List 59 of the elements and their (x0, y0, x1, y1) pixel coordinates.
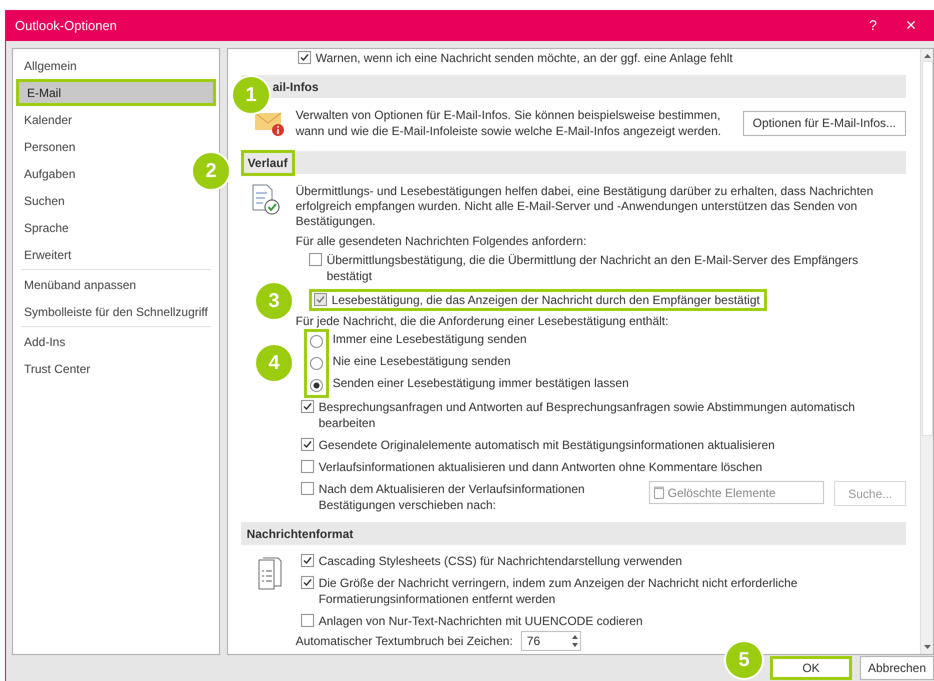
option-label: Automatischer Textumbruch bei Zeichen: (296, 633, 513, 650)
sidebar-item[interactable]: Add-Ins (16, 328, 216, 355)
number-spinner[interactable]: 76 (520, 631, 581, 651)
checkbox[interactable] (300, 400, 314, 413)
sidebar-item[interactable]: Kalender (16, 106, 216, 133)
trash-icon (654, 486, 664, 499)
sidebar-item[interactable]: Menüband anpassen (16, 271, 216, 298)
sidebar-item[interactable]: Sprache (16, 214, 216, 241)
checkbox[interactable] (300, 460, 314, 473)
description-text: Übermittlungs- und Lesebestätigungen helfen dabei, eine Bestätigung darüber zu erhalten, dass Nachrichten erfolgreich empfangen wurden. Nicht alle E-Mail-Server und -Anwendungen unterstützen das Senden von Bestätigungen. (296, 184, 874, 229)
option-label: Nie eine Lesebestätigung senden (332, 353, 512, 369)
section-title: Verlauf (240, 150, 295, 176)
option-label: Verlaufsinformationen aktualisieren und dann Antworten ohne Kommentare löschen (318, 459, 762, 475)
folder-field[interactable]: Gelöschte Elemente (648, 481, 824, 504)
option-label: Gesendete Originalelemente automatisch mit Bestätigungsinformationen aktualisieren (318, 437, 775, 453)
sidebar-item[interactable]: Symbolleiste für den Schnellzugriff (16, 298, 216, 325)
checkbox[interactable] (300, 482, 314, 495)
document-list-icon (258, 557, 282, 591)
scroll-up-icon[interactable] (924, 54, 930, 58)
help-button[interactable]: ? (858, 10, 888, 41)
spin-arrows-icon[interactable] (572, 634, 578, 648)
section-title: ail-Infos (272, 78, 320, 96)
option-label: Besprechungsanfragen und Antworten auf Besprechungsanfragen sowie Abstimmungen automatisch bearbeiten (318, 399, 856, 431)
checkbox[interactable] (300, 438, 314, 451)
window-title: Outlook-Optionen (15, 16, 117, 35)
scroll-down-icon[interactable] (924, 645, 930, 649)
option-label: Die Größe der Nachricht verringern, indem zum Anzeigen der Nachricht nicht erforderliche Formatierungsinformationen entfernt werden (318, 575, 798, 607)
radio-button[interactable] (310, 357, 323, 370)
sidebar-item[interactable]: Trust Center (16, 355, 216, 382)
option-label: Warnen, wenn ich eine Nachricht senden möchte, an der ggf. eine Anlage fehlt (316, 50, 733, 66)
option-label: Nach dem Aktualisieren der Verlaufsinformationen Bestätigungen verschieben nach: (318, 481, 586, 513)
step-number-tooltip: 5 (724, 640, 764, 680)
sidebar-item[interactable]: E-Mail (16, 79, 216, 106)
option-label: Cascading Stylesheets (CSS) für Nachrichtendarstellung verwenden (318, 553, 682, 569)
close-button[interactable]: × (888, 10, 934, 41)
option-label: Anlagen von Nur-Text-Nachrichten mit UUENCODE codieren (318, 613, 643, 629)
radio-button[interactable] (310, 379, 323, 392)
checkbox[interactable] (298, 51, 311, 64)
description-text: Verwalten von Optionen für E-Mail-Infos. Sie können beispielsweise bestimmen, wann und wie die E-Mail-Infoleiste sowie welche E-Mail-Infos angezeigt werden. (296, 107, 722, 139)
sidebar-item[interactable]: Erweitert (16, 241, 216, 268)
option-label: Lesebestätigung, die das Anzeigen der Nachricht durch den Empfänger bestätigt (332, 292, 760, 308)
checkbox[interactable] (300, 554, 314, 567)
radio-button[interactable] (310, 335, 323, 348)
cancel-button[interactable]: Abbrechen (860, 656, 934, 680)
option-label: Übermittlungsbestätigung, die die Übermittlung der Nachricht an den E-Mail-Server des Empfängers bestätigt (326, 252, 860, 284)
sidebar-item[interactable]: Allgemein (16, 52, 216, 79)
checkbox[interactable] (314, 293, 327, 306)
envelope-icon (254, 110, 285, 136)
checkbox[interactable] (300, 576, 314, 589)
ok-button[interactable]: OK (770, 656, 852, 680)
section-title: Nachrichtenformat (246, 526, 354, 542)
option-group-label: Für alle gesendeten Nachrichten Folgendes anfordern: (296, 233, 588, 249)
option-group-label: Für jede Nachricht, die die Anforderung einer Lesebestätigung enthält: (296, 313, 670, 329)
option-label: Immer eine Lesebestätigung senden (332, 331, 528, 347)
scrollbar-thumb[interactable] (922, 61, 932, 436)
option-label: Senden einer Lesebestätigung immer bestätigen lassen (332, 375, 629, 391)
checkbox[interactable] (308, 253, 322, 266)
mail-infos-options-button[interactable]: Optionen für E-Mail-Infos... (742, 110, 906, 136)
checkbox[interactable] (300, 614, 314, 627)
